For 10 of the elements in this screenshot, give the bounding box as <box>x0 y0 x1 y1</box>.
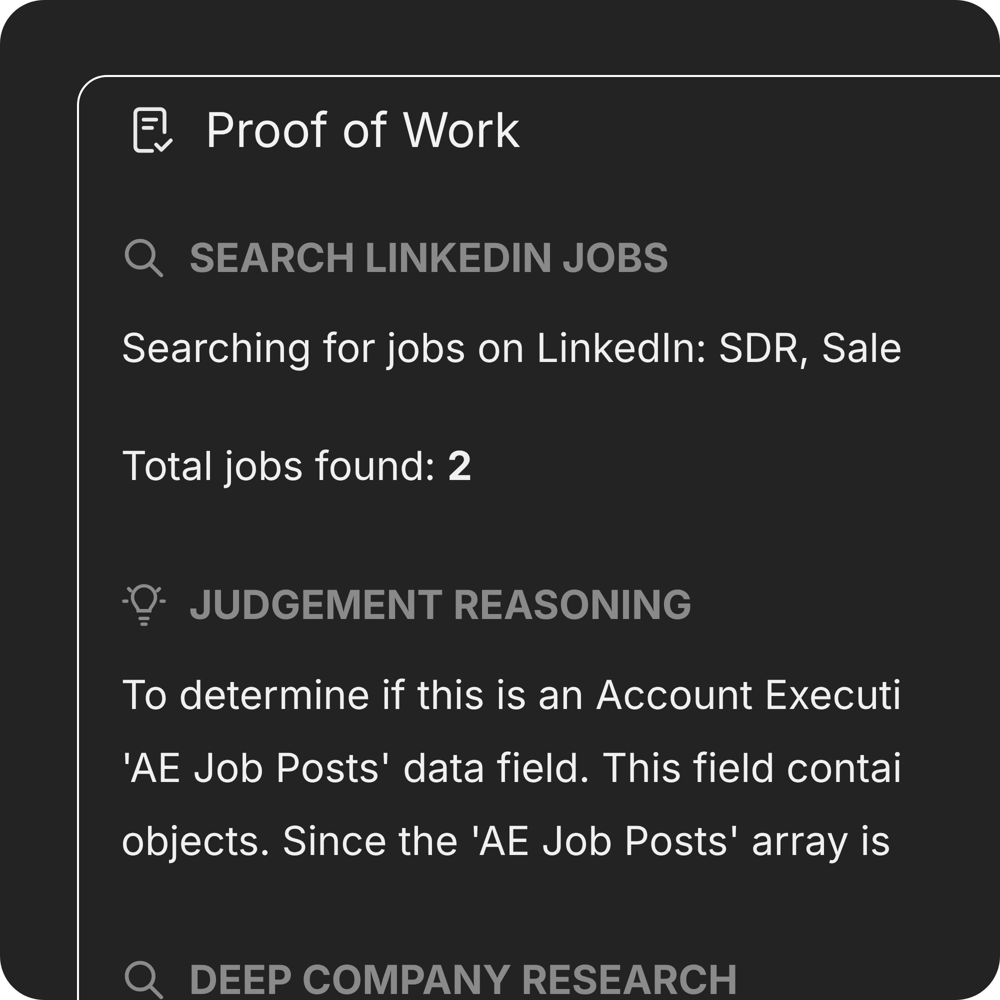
section-heading: DEEP COMPANY RESEARCH <box>189 960 738 1000</box>
panel-title: Proof of Work <box>205 106 521 154</box>
section-heading: JUDGEMENT REASONING <box>189 585 692 625</box>
lightbulb-icon <box>121 582 167 628</box>
body-text: objects. Since the 'AE Job Posts' array is <box>121 815 892 867</box>
section-heading: SEARCH LINKEDIN JOBS <box>189 238 669 278</box>
body-text: Searching for jobs on LinkedIn: SDR, Sale <box>121 322 904 374</box>
body-text: To determine if this is an Account Executi <box>121 669 903 721</box>
body-text: Total jobs found: 2 <box>121 440 474 492</box>
body-text: 'AE Job Posts' data field. This field contai <box>121 742 904 794</box>
